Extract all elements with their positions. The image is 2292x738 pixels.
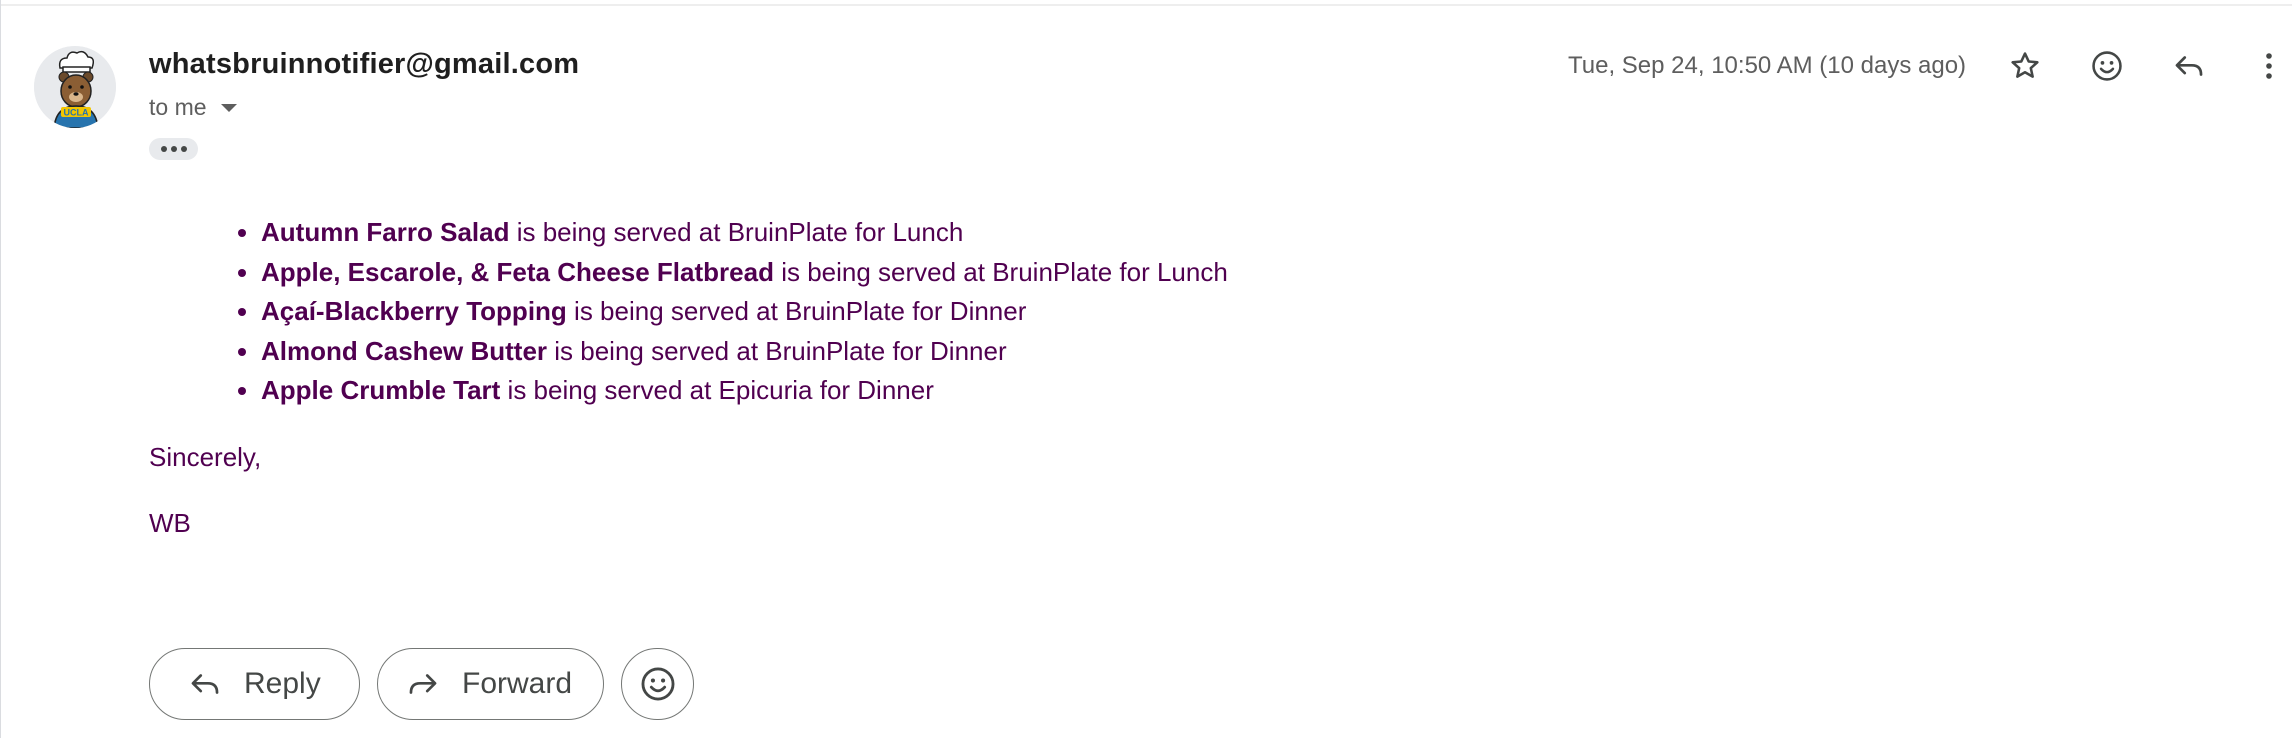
bear-chef-avatar-icon: UCLA bbox=[34, 46, 116, 128]
serving-info: is being served at BruinPlate for Lunch bbox=[509, 217, 964, 247]
emoji-icon bbox=[641, 667, 674, 701]
serving-info: is being served at BruinPlate for Dinner bbox=[547, 335, 1007, 366]
email-date: Tue, Sep 24, 10:50 AM (10 days ago) bbox=[1568, 52, 1967, 79]
more-vert-icon[interactable] bbox=[2249, 44, 2289, 88]
list-item: Apple, Escarole, & Feta Cheese Flatbread… bbox=[261, 253, 1228, 293]
dish-name: Autumn Farro Salad bbox=[261, 217, 510, 247]
list-item: Autumn Farro Salad is being served at Br… bbox=[261, 213, 1228, 253]
star-icon-glyph bbox=[2011, 52, 2039, 78]
dish-name: Almond Cashew Butter bbox=[261, 335, 548, 366]
avatar[interactable]: UCLA bbox=[34, 46, 116, 128]
emoji-icon[interactable] bbox=[2085, 44, 2129, 88]
recipient-label: to me bbox=[149, 94, 207, 120]
svg-text:UCLA: UCLA bbox=[64, 108, 89, 118]
signature-text: WB bbox=[149, 508, 191, 538]
chevron-down-icon bbox=[220, 103, 237, 112]
reply-icon[interactable] bbox=[2167, 44, 2211, 88]
email-body: Autumn Farro Salad is being served at Br… bbox=[149, 213, 1228, 411]
closing-text: Sincerely, bbox=[149, 442, 262, 472]
forward-button[interactable]: Forward bbox=[377, 648, 604, 720]
dot bbox=[160, 146, 167, 152]
reply-icon bbox=[191, 674, 219, 694]
reply-button-label: Reply bbox=[244, 667, 321, 700]
serving-info: is being served at BruinPlate for Lunch bbox=[773, 256, 1228, 287]
recipient-dropdown[interactable]: to me bbox=[149, 94, 237, 121]
list-item: Almond Cashew Butter is being served at … bbox=[261, 332, 1228, 372]
star-icon[interactable] bbox=[2003, 44, 2047, 88]
list-item: Apple Crumble Tart is being served at Ep… bbox=[261, 371, 1228, 411]
dish-name: Apple, Escarole, & Feta Cheese Flatbread bbox=[261, 256, 774, 287]
serving-info: is being served at Epicuria for Dinner bbox=[500, 375, 934, 405]
dish-name: Apple Crumble Tart bbox=[261, 375, 501, 405]
list-item: Açaí-Blackberry Topping is being served … bbox=[261, 292, 1228, 332]
dish-name: Açaí-Blackberry Topping bbox=[261, 296, 567, 326]
react-emoji-button[interactable] bbox=[621, 648, 694, 720]
reply-button[interactable]: Reply bbox=[149, 648, 360, 720]
reply-icon-glyph bbox=[2175, 56, 2203, 76]
more-vert-icon-glyph bbox=[2266, 53, 2272, 79]
emoji-icon-glyph bbox=[2092, 51, 2122, 81]
menu-item-list: Autumn Farro Salad is being served at Br… bbox=[149, 213, 1228, 411]
forward-icon bbox=[409, 674, 437, 694]
serving-info: is being served at BruinPlate for Dinner bbox=[566, 296, 1027, 326]
forward-button-label: Forward bbox=[462, 667, 573, 700]
divider bbox=[1, 4, 2292, 6]
sender-email[interactable]: whatsbruinnotifier@gmail.com bbox=[149, 48, 579, 81]
dot bbox=[180, 146, 187, 152]
email-view: UCLA whatsbruinnotifier@gmail.com to me … bbox=[0, 0, 2292, 738]
show-trimmed-content-button[interactable] bbox=[149, 138, 198, 160]
dot bbox=[170, 146, 177, 152]
